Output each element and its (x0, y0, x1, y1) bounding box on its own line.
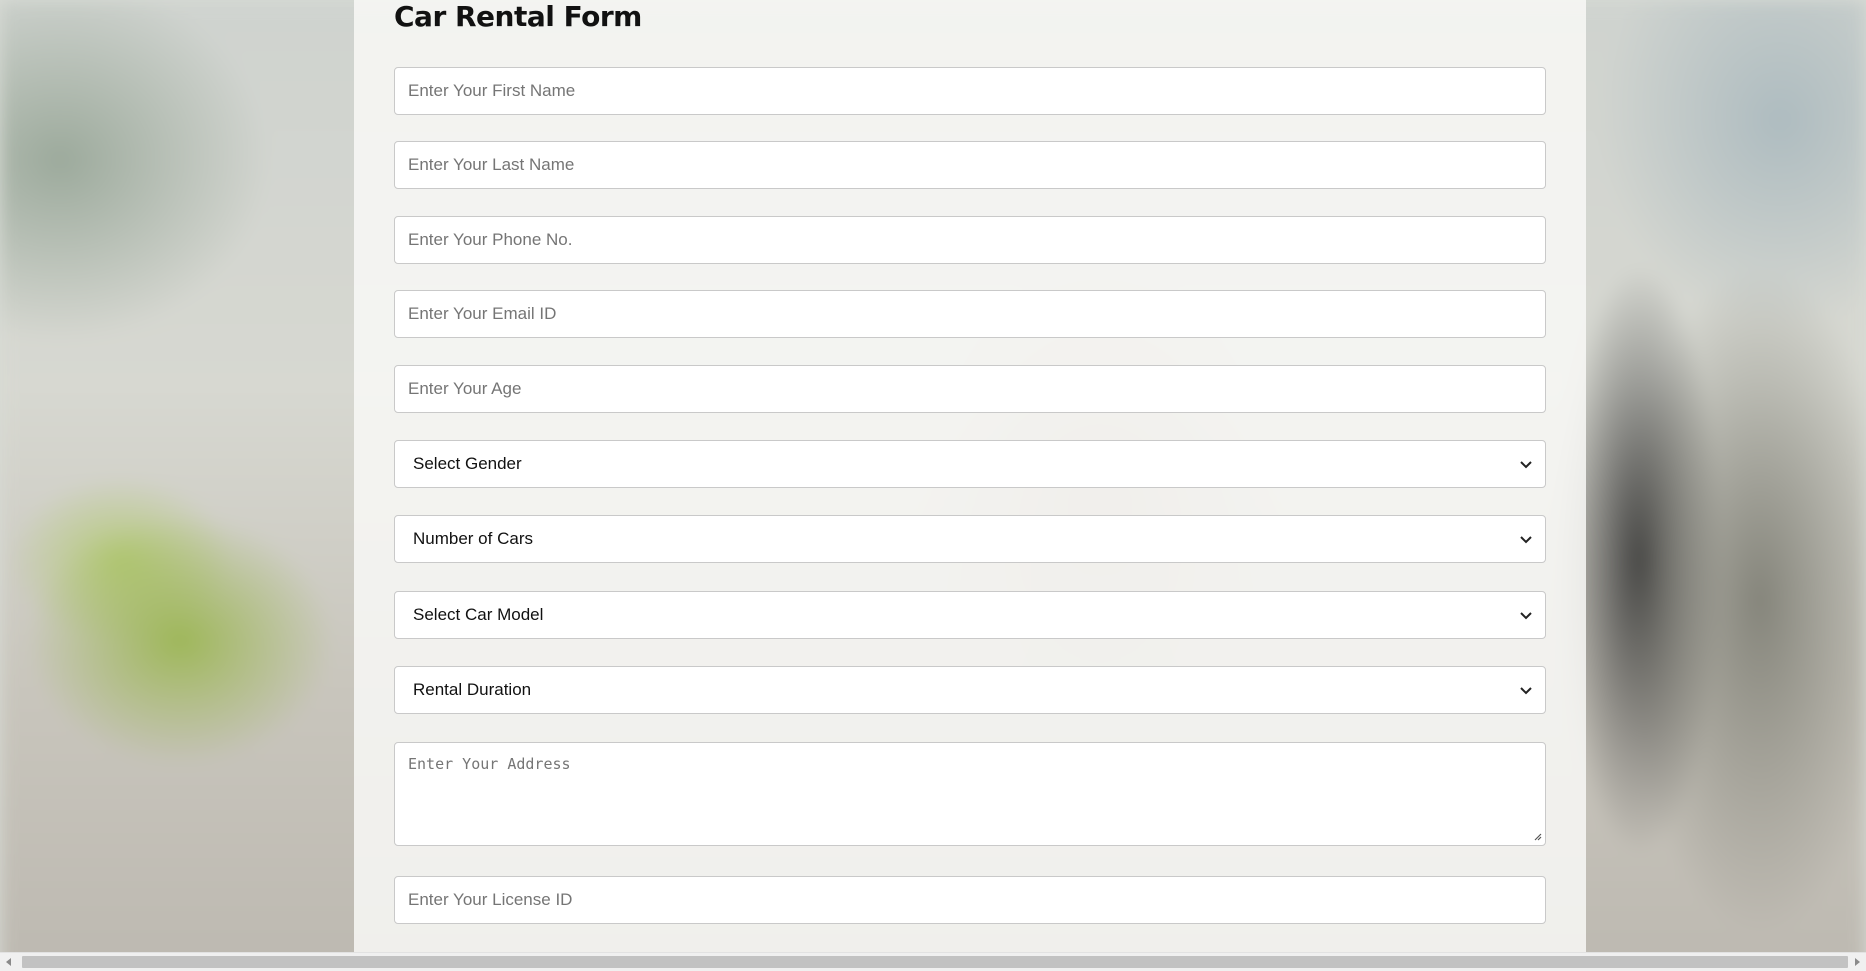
horizontal-scrollbar[interactable] (0, 952, 1866, 971)
last-name-input[interactable] (394, 141, 1546, 189)
car-model-select[interactable]: Select Car Model (394, 591, 1546, 639)
phone-input[interactable] (394, 216, 1546, 264)
resize-grip-icon[interactable] (1532, 831, 1542, 841)
number-of-cars-select-value: Number of Cars (413, 529, 533, 548)
page: Car Rental Form Select Gender Number of … (0, 0, 1866, 971)
chevron-down-icon (1520, 687, 1532, 695)
form-title: Car Rental Form (394, 0, 642, 33)
rental-duration-select[interactable]: Rental Duration (394, 666, 1546, 714)
chevron-down-icon (1520, 536, 1532, 544)
car-model-select-value: Select Car Model (413, 605, 544, 624)
gender-select-value: Select Gender (413, 454, 522, 473)
scrollbar-thumb[interactable] (22, 956, 1848, 968)
chevron-down-icon (1520, 612, 1532, 620)
triangle-left-icon[interactable] (4, 957, 14, 967)
rental-duration-select-value: Rental Duration (413, 680, 532, 699)
gender-select[interactable]: Select Gender (394, 440, 1546, 488)
triangle-right-icon[interactable] (1852, 957, 1862, 967)
address-textarea[interactable] (394, 742, 1546, 846)
email-input[interactable] (394, 290, 1546, 338)
first-name-input[interactable] (394, 67, 1546, 115)
license-id-input[interactable] (394, 876, 1546, 924)
age-input[interactable] (394, 365, 1546, 413)
chevron-down-icon (1520, 461, 1532, 469)
number-of-cars-select[interactable]: Number of Cars (394, 515, 1546, 563)
